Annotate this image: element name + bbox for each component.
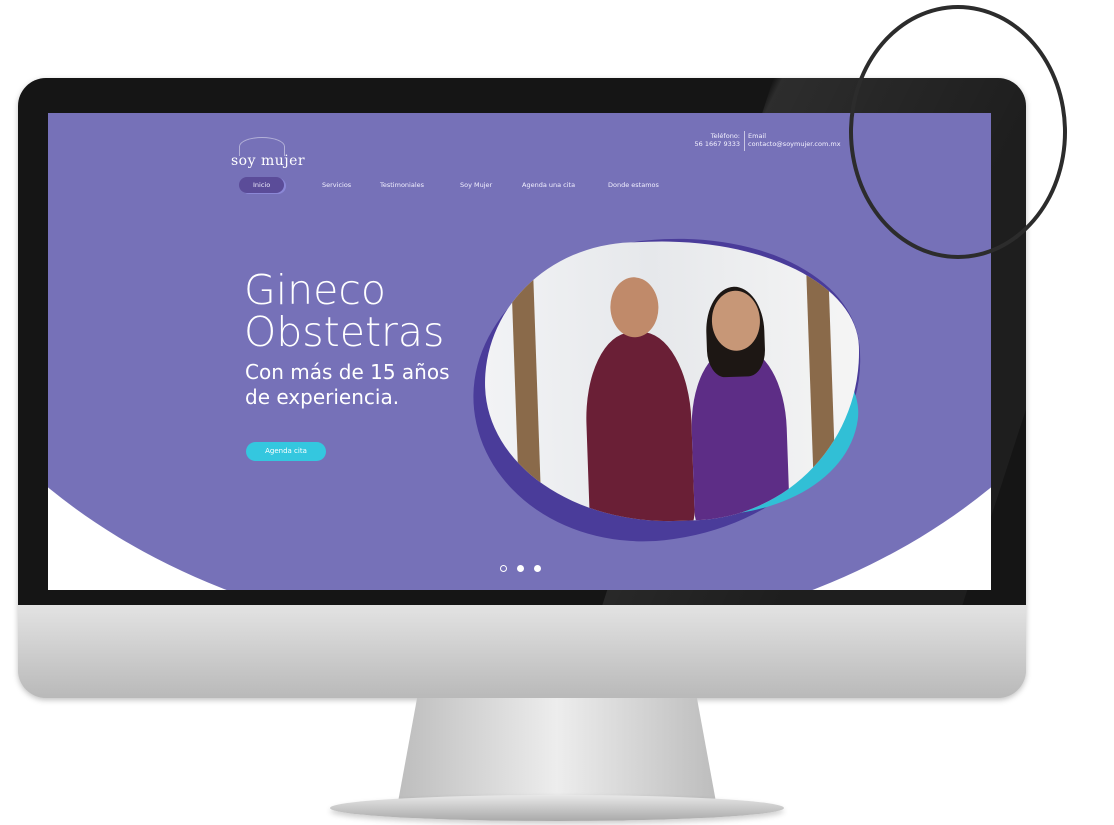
hero-subtitle-line2: de experiencia. <box>245 385 400 409</box>
phone-label: Teléfono: <box>710 132 740 140</box>
carousel-dot-1[interactable] <box>500 565 507 572</box>
website-screen: soy mujer Teléfono: 56 1667 9333 Email c… <box>48 113 991 590</box>
monitor-stand <box>398 698 716 802</box>
carousel-dots <box>500 557 546 572</box>
nav-item-inicio[interactable]: Inicio <box>239 177 285 193</box>
nav-item-servicios[interactable]: Servicios <box>322 177 351 193</box>
agenda-cita-button[interactable]: Agenda cita <box>246 442 326 461</box>
monitor-base <box>330 795 784 821</box>
site-logo[interactable]: soy mujer <box>231 137 306 171</box>
doctor-female <box>688 285 791 528</box>
hero-title-line2: Obstetras <box>244 308 445 356</box>
nav-item-soy-mujer[interactable]: Soy Mujer <box>460 177 492 193</box>
annotation-circle <box>849 5 1067 259</box>
hero-subtitle-line1: Con más de 15 años <box>245 360 450 384</box>
logo-text: soy mujer <box>231 153 306 169</box>
monitor-chin <box>18 605 1026 698</box>
hero-title-line1: Gineco <box>244 266 386 314</box>
hero-subtitle: Con más de 15 años de experiencia. <box>245 360 450 410</box>
hero-title: Gineco Obstetras <box>244 269 444 353</box>
nav-item-donde-estamos[interactable]: Donde estamos <box>608 177 659 193</box>
nav-item-testimoniales[interactable]: Testimoniales <box>380 177 424 193</box>
phone-value[interactable]: 56 1667 9333 <box>648 140 741 148</box>
doctor-male <box>583 276 696 528</box>
contact-phone: Teléfono: 56 1667 9333 <box>648 132 741 148</box>
nav-item-agenda[interactable]: Agenda una cita <box>522 177 575 193</box>
contact-divider <box>744 131 745 151</box>
